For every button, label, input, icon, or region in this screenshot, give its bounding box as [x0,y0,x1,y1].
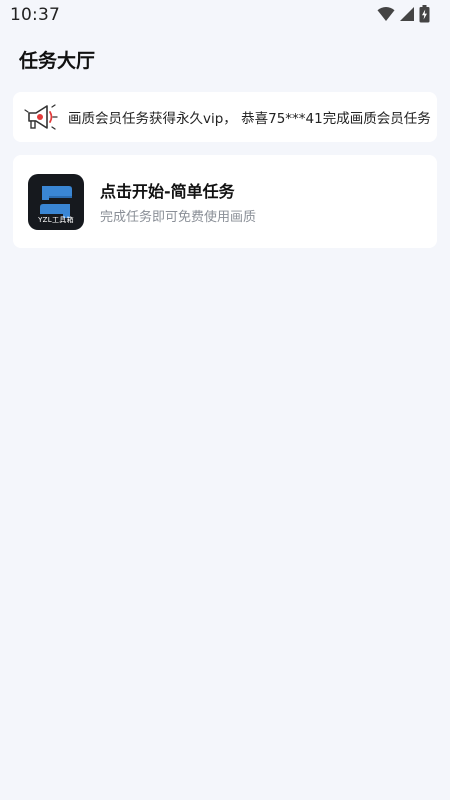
page-title: 任务大厅 [19,50,96,72]
status-icons [377,5,430,27]
task-card-simple[interactable]: YZL工具箱 点击开始-简单任务 完成任务即可免费使用画质 [13,155,437,248]
notice-banner: 画质会员任务获得永久vip， 恭喜75***41完成画质会员任务 [13,92,437,142]
yzl-toolbox-logo: YZL工具箱 [28,174,84,230]
status-time: 10:37 [10,5,60,25]
signal-icon [399,6,415,26]
task-subtitle: 完成任务即可免费使用画质 [100,210,257,225]
battery-charging-icon [419,5,430,27]
notice-text: 画质会员任务获得永久vip， 恭喜75***41完成画质会员任务 [68,111,431,127]
megaphone-icon [23,101,59,133]
wifi-icon [377,6,395,26]
logo-caption: YZL工具箱 [38,216,74,224]
task-title: 点击开始-简单任务 [100,182,235,201]
status-bar: 10:37 [0,0,450,32]
